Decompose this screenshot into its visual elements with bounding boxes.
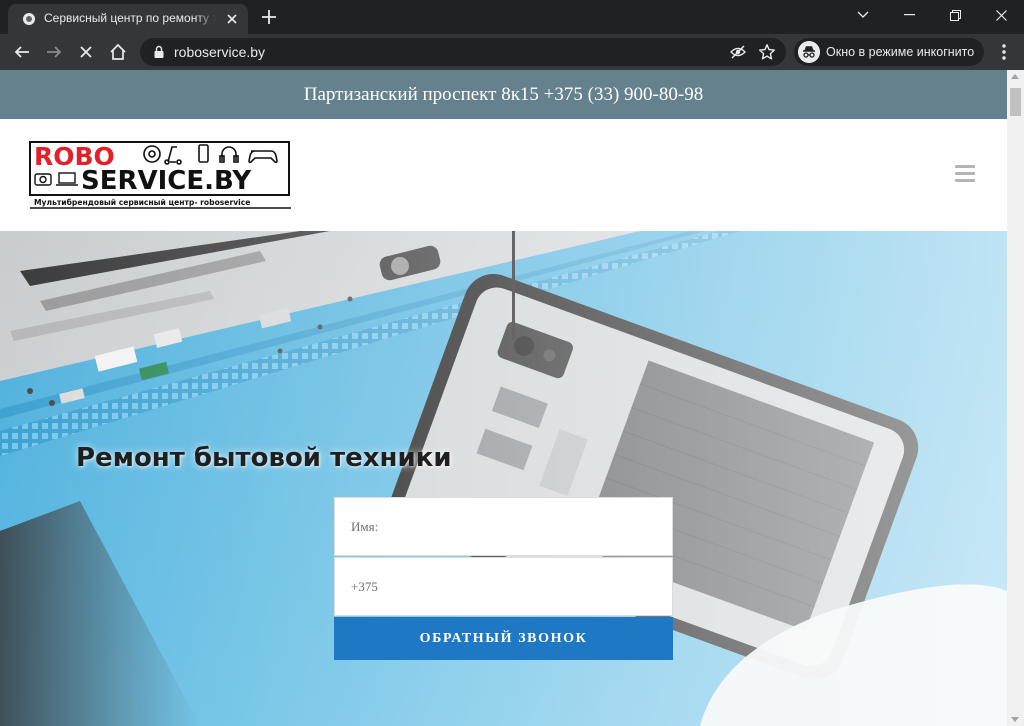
favicon-icon [23, 13, 35, 25]
minimize-button[interactable] [886, 0, 932, 30]
callback-button[interactable]: ОБРАТНЫЙ ЗВОНОК [334, 617, 673, 660]
star-icon[interactable] [758, 43, 776, 61]
hamburger-icon-bar [955, 172, 975, 175]
name-input[interactable] [351, 518, 672, 535]
callback-form: ОБРАТНЫЙ ЗВОНОК [334, 497, 673, 660]
logo-tagline: Мультибрендовый сервисный центр- roboser… [34, 198, 250, 207]
site-logo[interactable]: ROBO SERVICE.BY Мультибрендовый сервисны… [29, 141, 291, 209]
back-button[interactable] [12, 42, 32, 62]
home-button[interactable] [108, 42, 128, 62]
stop-button[interactable] [76, 42, 96, 62]
hero-title: Ремонт бытовой техники [76, 443, 452, 473]
new-tab-icon[interactable] [260, 8, 278, 26]
stop-icon [80, 46, 92, 58]
hamburger-menu-button[interactable] [955, 165, 975, 182]
close-window-button[interactable] [978, 0, 1024, 30]
incognito-icon [798, 41, 820, 63]
forward-icon [47, 46, 62, 58]
tab-search-button[interactable] [840, 0, 886, 30]
logo-line2: SERVICE.BY [81, 166, 252, 196]
name-field[interactable] [334, 497, 673, 556]
contact-text: Партизанский проспект 8к15 +375 (33) 900… [303, 83, 704, 105]
minimize-icon [903, 14, 915, 16]
home-icon [110, 43, 126, 60]
scroll-thumb[interactable] [1010, 88, 1021, 116]
browser-tab[interactable]: Сервисный центр по ремонту техники [8, 4, 248, 34]
back-icon [14, 46, 29, 58]
lock-icon [154, 45, 164, 58]
address-bar[interactable]: roboservice.by [140, 38, 786, 66]
close-icon [995, 9, 1007, 21]
incognito-label: Окно в режиме инкогнито [826, 45, 975, 59]
eye-off-icon[interactable] [730, 44, 746, 60]
phone-input[interactable] [351, 578, 672, 595]
hamburger-icon-bar [955, 165, 975, 168]
menu-icon[interactable] [994, 42, 1014, 62]
page-scrollbar[interactable] [1007, 70, 1024, 726]
hamburger-icon-bar [955, 179, 975, 182]
scroll-down-arrow-icon[interactable] [1011, 717, 1019, 722]
close-tab-icon[interactable] [224, 11, 240, 27]
hero-section: Ремонт бытовой техники ОБРАТНЫЙ ЗВОНОК [0, 231, 1007, 726]
scroll-up-arrow-icon[interactable] [1011, 74, 1019, 79]
site-header: ROBO SERVICE.BY Мультибрендовый сервисны… [0, 119, 1007, 231]
browser-toolbar: roboservice.by Окно в режиме инкогнито [0, 34, 1024, 70]
tab-title: Сервисный центр по ремонту техники [44, 11, 216, 25]
url-text: roboservice.by [174, 44, 266, 60]
chevron-down-icon [857, 11, 869, 18]
forward-button[interactable] [44, 42, 64, 62]
browser-titlebar: Сервисный центр по ремонту техники [0, 0, 1024, 34]
restore-button[interactable] [932, 0, 978, 30]
contact-topbar: Партизанский проспект 8к15 +375 (33) 900… [0, 70, 1007, 119]
page-viewport: Партизанский проспект 8к15 +375 (33) 900… [0, 70, 1007, 726]
incognito-indicator[interactable]: Окно в режиме инкогнито [794, 38, 984, 66]
restore-icon [949, 9, 961, 21]
phone-field[interactable] [334, 557, 673, 616]
